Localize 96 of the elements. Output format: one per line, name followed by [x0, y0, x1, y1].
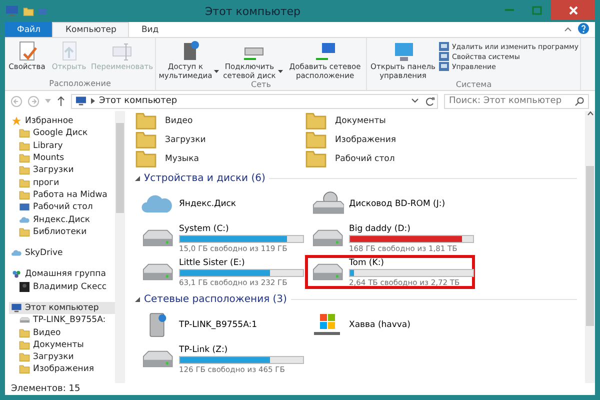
hard-drive-icon — [19, 315, 30, 326]
drive-item[interactable]: TP-LINK_B9755A:1 — [135, 308, 305, 342]
nav-item[interactable]: Яндекс.Диск — [17, 213, 115, 226]
drive-item[interactable]: Дисковод BD-ROM (J:) — [305, 187, 475, 221]
nav-item[interactable]: Library — [17, 140, 115, 152]
help-icon[interactable] — [578, 22, 589, 36]
folder-icon — [19, 165, 30, 176]
nav-item[interactable]: Рабочий стол — [17, 201, 115, 214]
minimize-icon — [504, 9, 514, 11]
drive-name: TP-LINK_B9755A:1 — [179, 320, 258, 330]
scroll-up-icon[interactable] — [586, 111, 594, 116]
drive-name: System (C:) — [179, 224, 230, 234]
control-panel-icon — [392, 40, 414, 62]
address-field[interactable]: Этот компьютер — [71, 94, 438, 108]
nav-item[interactable]: Google Диск — [17, 127, 115, 140]
maximize-icon — [532, 6, 542, 14]
drive-name: Tom (K:) — [349, 258, 386, 268]
folder-icon — [19, 328, 30, 338]
collapse-triangle-icon[interactable] — [135, 297, 140, 302]
nav-item[interactable]: проги — [17, 176, 115, 189]
nav-item[interactable]: Избранное — [9, 115, 115, 128]
folder-item[interactable]: Документы — [305, 111, 475, 130]
folder-item[interactable]: Рабочий стол — [305, 149, 475, 168]
nav-item[interactable]: SkyDrive — [9, 246, 115, 260]
desktop-icon — [19, 202, 30, 212]
search-field[interactable]: Поиск: Этот компьютер — [444, 94, 589, 108]
nav-item[interactable]: Загрузки — [17, 351, 115, 364]
nav-item[interactable]: Этот компьютер — [9, 302, 115, 314]
scrollbar[interactable] — [585, 111, 595, 383]
ribbon-group-label: Система — [454, 80, 493, 90]
dropdown-caret-icon[interactable] — [214, 70, 220, 72]
folder-icon — [305, 111, 327, 130]
nav-item[interactable]: Владимир Скесс — [17, 280, 115, 293]
nav-item[interactable]: TP-LINK_B9755A: — [17, 314, 115, 326]
nav-item[interactable]: Работа на Midwa — [17, 188, 115, 202]
close-icon — [568, 6, 578, 14]
user-icon — [19, 282, 30, 292]
drive-name: Яндекс.Диск — [179, 199, 236, 209]
dropdown-caret-icon[interactable] — [278, 70, 283, 72]
folder-icon — [135, 130, 157, 149]
section-heading: Устройства и диски (6) — [144, 173, 266, 184]
drive-item[interactable]: Яндекс.Диск — [135, 187, 305, 221]
folder-icon — [305, 149, 327, 168]
nav-item[interactable]: Документы — [17, 338, 115, 352]
scrollbar[interactable] — [115, 111, 125, 383]
window-title: Этот компьютер — [205, 4, 302, 18]
item-count: Элементов: 15 — [11, 384, 80, 394]
folder-icon — [19, 226, 30, 237]
refresh-icon[interactable] — [423, 94, 437, 108]
drive-name: Big daddy (D:) — [349, 224, 412, 234]
search-icon[interactable] — [575, 96, 584, 106]
network-group-icon — [11, 269, 22, 280]
optical-drive-icon — [310, 191, 344, 217]
folder-icon — [19, 352, 30, 362]
drive-name: Хавва (havva) — [349, 320, 410, 330]
drive-name: TP-Link (Z:) — [179, 344, 229, 354]
breadcrumb-chevron-icon — [91, 98, 95, 104]
folder-icon — [135, 149, 157, 168]
folder-icon — [19, 340, 30, 350]
folder-item[interactable]: Музыка — [135, 149, 305, 168]
nav-item[interactable]: Домашняя группа — [9, 268, 115, 281]
folder-icon — [19, 153, 30, 164]
computer-icon — [11, 303, 22, 313]
drive-item[interactable]: Хавва (havva) — [305, 308, 475, 342]
folder-icon — [19, 140, 30, 151]
folder-icon — [305, 130, 327, 149]
nav-item[interactable]: Загрузки — [17, 164, 115, 176]
folder-icon — [19, 364, 30, 374]
folder-item[interactable]: Загрузки — [135, 130, 305, 149]
close-button[interactable] — [551, 0, 595, 20]
folder-item[interactable]: Видео — [135, 111, 305, 130]
file-menu-button[interactable]: Файл — [5, 22, 52, 37]
folder-icon — [19, 190, 30, 200]
nav-item[interactable]: Видео — [17, 326, 115, 339]
nav-item[interactable]: Библиотеки — [17, 226, 115, 238]
up-arrow-icon[interactable] — [57, 96, 65, 106]
chevron-down-icon[interactable] — [411, 98, 419, 104]
folder-icon — [135, 111, 157, 130]
cloud-icon — [19, 214, 30, 225]
section-heading: Сетевые расположения (3) — [144, 294, 287, 305]
ribbon-group-label: Расположение — [48, 79, 112, 90]
nav-item[interactable]: Изображения — [17, 363, 115, 376]
star-icon — [11, 116, 22, 126]
ribbon-group-label: Сеть — [250, 80, 272, 90]
collapse-triangle-icon[interactable] — [135, 176, 140, 181]
folder-item[interactable]: Изображения — [305, 130, 475, 149]
ribbon-tab[interactable]: Компьютер — [52, 22, 130, 37]
network-location-icon — [314, 40, 336, 62]
cloud-icon — [11, 248, 22, 258]
computer-icon — [5, 5, 19, 17]
computer-icon — [75, 96, 87, 106]
folder-icon — [19, 128, 30, 138]
nav-item[interactable]: Mounts — [17, 152, 115, 164]
drive-name: Дисковод BD-ROM (J:) — [349, 199, 446, 209]
folder-icon — [19, 178, 30, 188]
drive-name: Little Sister (E:) — [179, 258, 246, 268]
